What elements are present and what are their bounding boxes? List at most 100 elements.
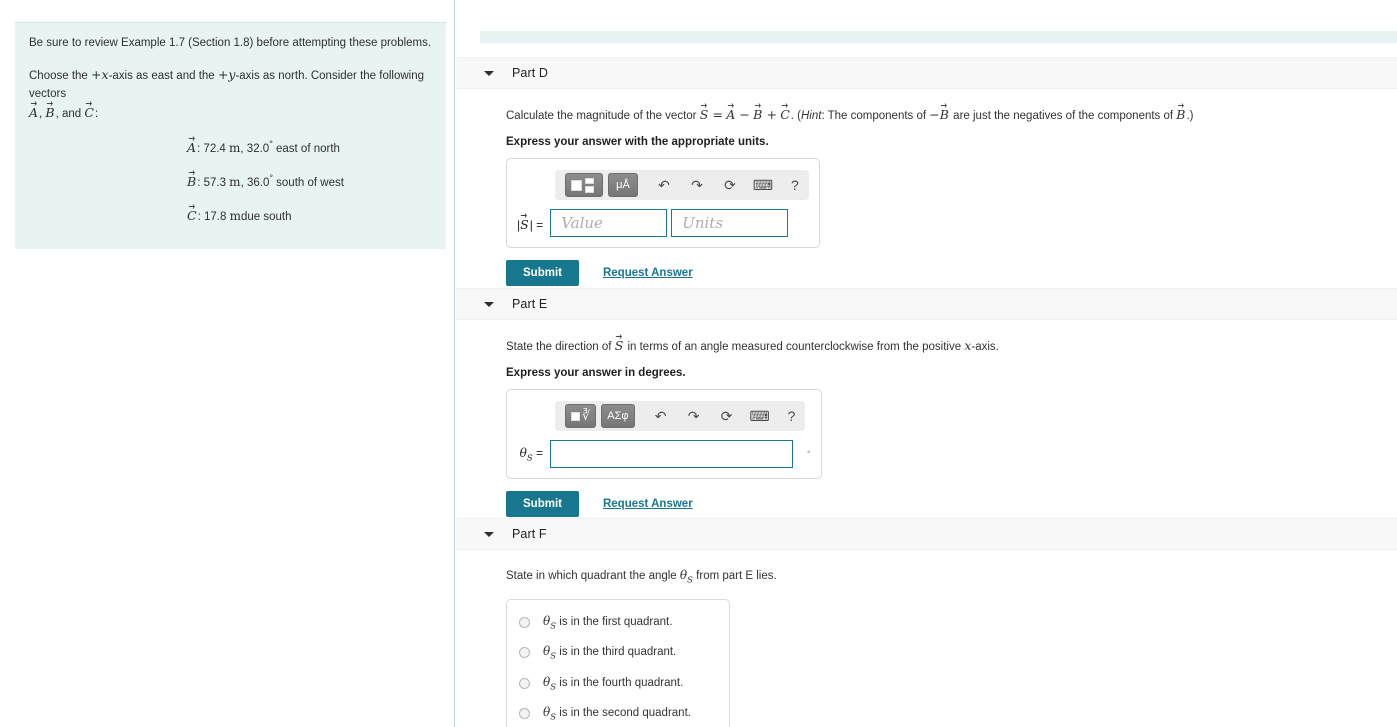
undo-icon[interactable]: ↶ (652, 173, 676, 197)
value-input[interactable] (550, 209, 668, 238)
collapse-caret-icon[interactable] (484, 299, 494, 309)
choice-text: is in the fourth quadrant. (559, 676, 684, 689)
part-f-header[interactable]: Part F (456, 518, 1397, 550)
left-problem-panel: Be sure to review Example 1.7 (Section 1… (0, 0, 455, 727)
part-e-question-pre: State the direction of (506, 341, 612, 353)
part-f-theta-subscript: S (687, 575, 693, 586)
choice-row-third-quadrant[interactable]: θS is in the third quadrant. (519, 644, 717, 662)
part-e-instruction: Express your answer in degrees. (506, 367, 686, 380)
part-d-submit-button[interactable]: Submit (506, 260, 579, 287)
choice-sub: S (550, 621, 557, 632)
part-e-input-row: θS = ° (517, 440, 811, 469)
help-icon[interactable]: ? (791, 177, 799, 193)
template-blocks-icon[interactable] (565, 173, 603, 198)
intro-review-note: Be sure to review Example 1.7 (Section 1… (29, 37, 432, 49)
vector-definition-list: A: 72.4 m, 32.0° east of north B: 57.3 m… (29, 138, 432, 223)
vector-c-magnitude: 17.8 (203, 211, 227, 224)
choice-row-second-quadrant[interactable]: θS is in the second quadrant. (519, 705, 717, 722)
units-micro-angstrom-icon[interactable]: μÅ (608, 173, 638, 198)
radical-glyph: ∛ (582, 408, 591, 424)
lhs-equals: = (536, 217, 544, 232)
intro-axis-text-1: Choose the (29, 69, 88, 82)
part-e-question-end: -axis. (971, 341, 999, 353)
choice-label-third-quadrant: θS is in the third quadrant. (543, 644, 676, 661)
part-f-question-end: from part E lies. (696, 570, 777, 582)
part-f-title: Part F (512, 527, 547, 541)
part-e-header[interactable]: Part E (456, 288, 1397, 320)
hint-end: .) (1186, 110, 1194, 122)
part-e-submit-button[interactable]: Submit (506, 491, 579, 518)
problem-intro-box: Be sure to review Example 1.7 (Section 1… (15, 22, 446, 250)
hint-word: Hint (801, 110, 822, 122)
part-f-question: State in which quadrant the angle θS fro… (506, 566, 1397, 587)
choice-text: is in the first quadrant. (559, 616, 673, 629)
math-root-template-icon[interactable]: ∛ (565, 404, 597, 429)
units-input[interactable] (671, 209, 789, 238)
intro-axis-text-2: -axis as east and the (108, 69, 215, 82)
part-d-question-mid: . ( (790, 110, 801, 122)
theta-subscript: S (526, 452, 533, 463)
eq-vector-b: B (753, 105, 762, 122)
eq-plus: + (766, 107, 777, 122)
reset-icon[interactable]: ⟳ (715, 404, 739, 428)
part-e-request-answer-link[interactable]: Request Answer (603, 498, 693, 510)
vector-a-angle: 32.0 (246, 143, 270, 156)
eq-equals: = (712, 107, 723, 122)
lhs-equals: = (535, 445, 543, 460)
choice-row-fourth-quadrant[interactable]: θS is in the fourth quadrant. (519, 675, 717, 692)
vector-a-symbol: A (187, 138, 196, 155)
part-d-request-answer-link[interactable]: Request Answer (603, 267, 693, 279)
part-d-question-pre: Calculate the magnitude of the vector (506, 110, 697, 122)
intro-vector-c: C (84, 103, 94, 120)
axis-y-label: +y (217, 66, 236, 82)
part-f-block: Part F State in which quadrant the angle… (456, 518, 1397, 727)
part-d-title: Part D (512, 66, 549, 80)
radio-first-quadrant[interactable] (519, 617, 530, 629)
greek-letters-icon[interactable]: ΑΣφ (601, 404, 635, 429)
intro-and-text: , and (55, 108, 82, 121)
hint-middle-text: are just the negatives of the components… (953, 110, 1174, 122)
part-d-submit-row: Submit Request Answer (506, 260, 1397, 287)
hint-vector-b-1: B (940, 105, 949, 122)
reset-icon[interactable]: ⟳ (718, 173, 742, 197)
radio-third-quadrant[interactable] (519, 647, 530, 659)
redo-icon[interactable]: ↷ (682, 404, 706, 428)
collapse-caret-icon[interactable] (484, 68, 494, 78)
part-d-instruction: Express your answer with the appropriate… (506, 136, 769, 149)
eq-vector-c: C (780, 105, 790, 122)
angle-input[interactable] (550, 440, 793, 469)
vector-a-direction: east of north (276, 143, 340, 156)
collapse-caret-icon[interactable] (484, 529, 494, 539)
intro-colon: : (94, 108, 99, 121)
vector-b-symbol: B (187, 172, 196, 189)
choice-sub: S (550, 712, 557, 723)
choice-sub: S (550, 681, 557, 692)
radio-fourth-quadrant[interactable] (519, 677, 530, 689)
keyboard-icon[interactable]: ⌨ (751, 173, 775, 197)
choice-label-first-quadrant: θS is in the first quadrant. (543, 614, 672, 631)
quadrant-choice-list: θS is in the first quadrant. θS is in th… (506, 599, 730, 727)
eq-vector-s: S (700, 105, 709, 122)
hint-vector-b-2: B (1176, 105, 1185, 122)
part-e-submit-row: Submit Request Answer (506, 491, 1397, 518)
vector-b-direction: south of west (276, 177, 344, 190)
vector-a-magnitude: 72.4 (203, 143, 226, 156)
axis-x-label: +x (91, 66, 109, 82)
part-d-input-row: |S| = (517, 209, 809, 238)
keyboard-icon[interactable]: ⌨ (748, 404, 772, 428)
help-icon[interactable]: ? (788, 408, 796, 424)
part-f-body: State in which quadrant the angle θS fro… (456, 566, 1397, 727)
part-e-answer-widget: ∛ ΑΣφ ↶ ↷ ⟳ ⌨ ? θS = ° (506, 389, 822, 480)
choice-row-first-quadrant[interactable]: θS is in the first quadrant. (519, 614, 717, 631)
redo-icon[interactable]: ↷ (685, 173, 709, 197)
radio-second-quadrant[interactable] (519, 708, 530, 720)
intro-vector-a: A (29, 103, 38, 120)
part-d-lhs-label: |S| = (517, 215, 543, 232)
part-e-title: Part E (512, 297, 548, 311)
part-d-answer-widget: μÅ ↶ ↷ ⟳ ⌨ ? |S| = (506, 158, 820, 249)
choice-text: is in the second quadrant. (559, 706, 691, 719)
undo-icon[interactable]: ↶ (649, 404, 673, 428)
part-e-toolbar: ∛ ΑΣφ ↶ ↷ ⟳ ⌨ ? (555, 401, 806, 432)
vector-row-c: C: 17.8 mdue south (29, 206, 432, 223)
part-d-header[interactable]: Part D (456, 57, 1397, 89)
